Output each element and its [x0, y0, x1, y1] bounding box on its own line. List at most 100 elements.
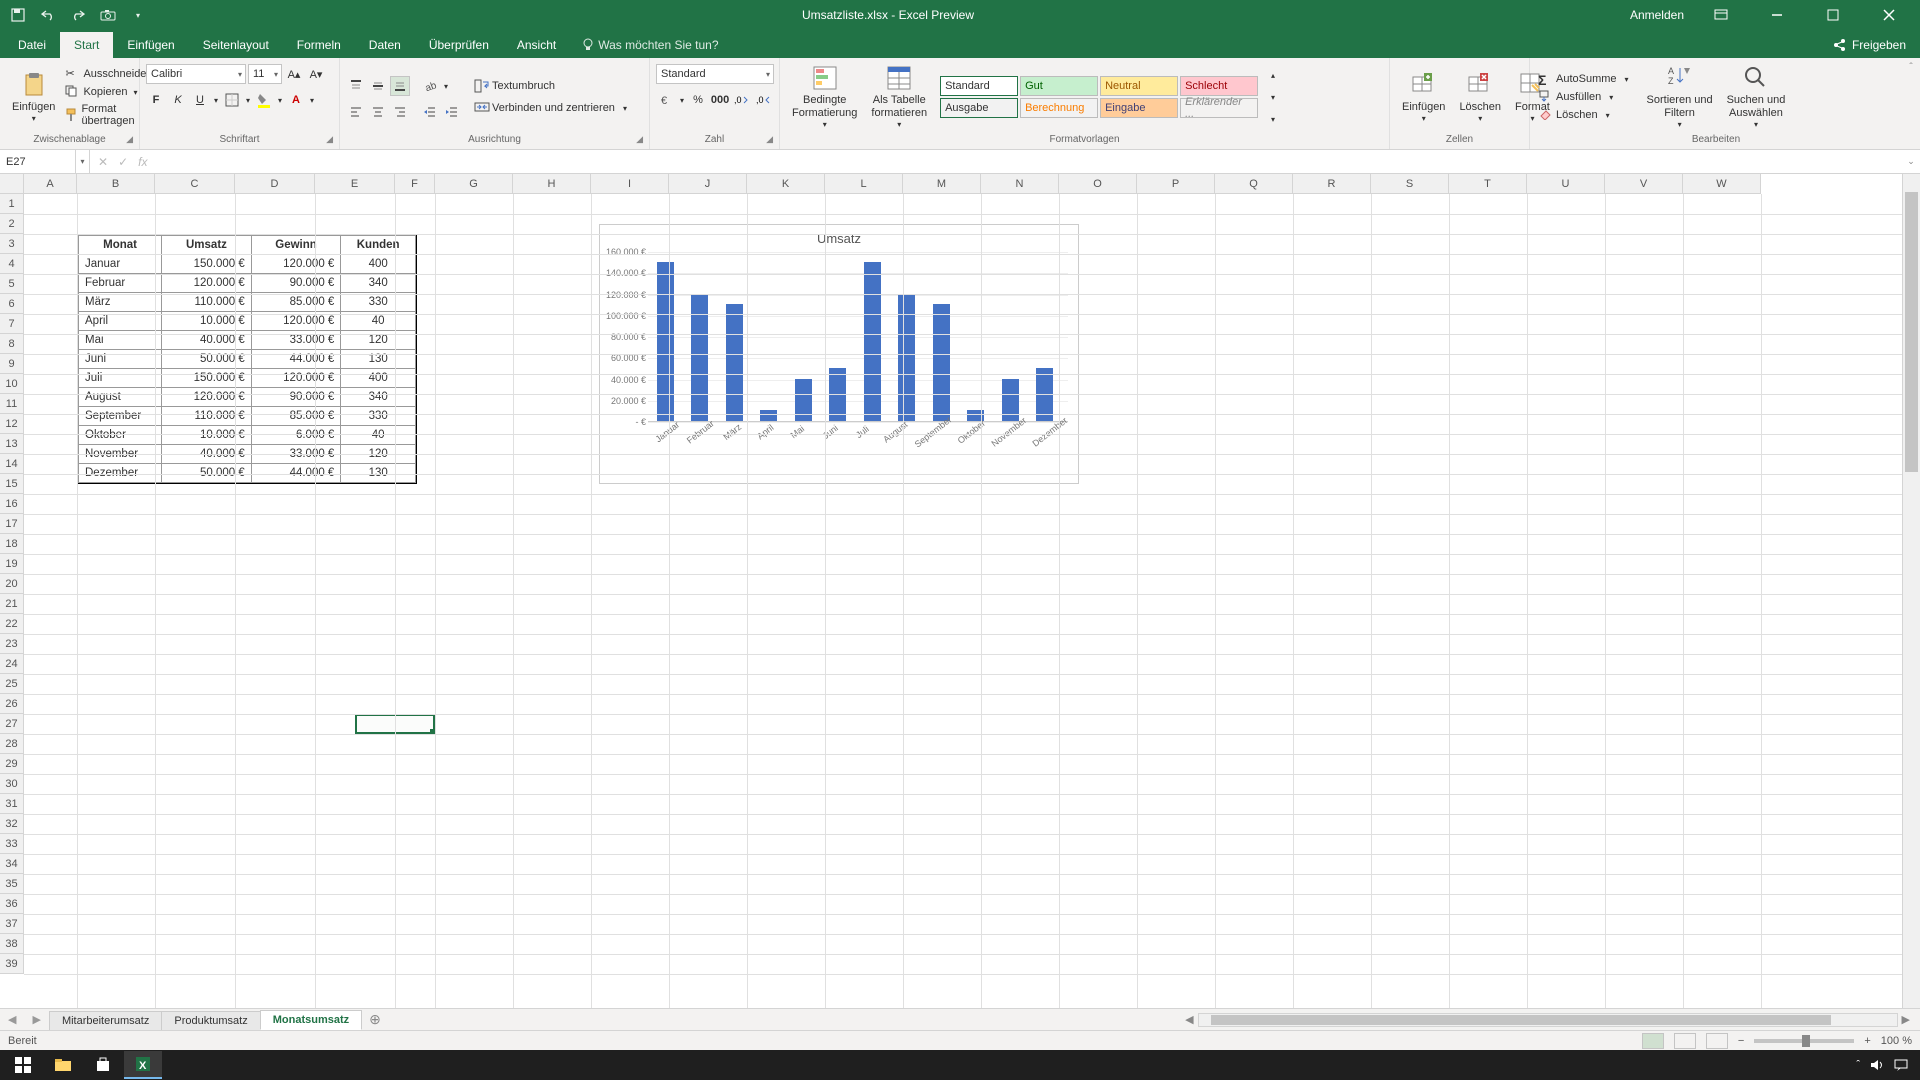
find-select-button[interactable]: Suchen und Auswählen▾: [1721, 62, 1792, 132]
table-header[interactable]: Gewinn: [251, 236, 341, 255]
row-header-25[interactable]: 25: [0, 674, 24, 694]
comma-format-icon[interactable]: 000: [710, 90, 730, 110]
data-table[interactable]: MonatUmsatzGewinnKundenJanuar150.000 €12…: [77, 234, 417, 484]
file-explorer-icon[interactable]: [44, 1051, 82, 1079]
sheet-nav-next-icon[interactable]: ▶: [24, 1013, 48, 1026]
row-header-2[interactable]: 2: [0, 214, 24, 234]
excel-taskbar-icon[interactable]: X: [124, 1051, 162, 1079]
table-row[interactable]: Juni50.000 €44.000 €130: [79, 350, 416, 369]
align-bottom-icon[interactable]: [390, 76, 410, 96]
number-format-select[interactable]: Standard: [656, 64, 774, 84]
row-header-21[interactable]: 21: [0, 594, 24, 614]
align-top-icon[interactable]: [346, 76, 366, 96]
col-header-N[interactable]: N: [981, 174, 1059, 194]
row-header-28[interactable]: 28: [0, 734, 24, 754]
tab-review[interactable]: Überprüfen: [415, 32, 503, 58]
table-row[interactable]: Februar120.000 €90.000 €340: [79, 274, 416, 293]
expand-formula-bar-icon[interactable]: ⌄: [1902, 156, 1920, 167]
select-all-corner[interactable]: [0, 174, 24, 194]
row-header-24[interactable]: 24: [0, 654, 24, 674]
tray-chevron-icon[interactable]: ˆ: [1856, 1059, 1860, 1071]
row-header-9[interactable]: 9: [0, 354, 24, 374]
align-right-icon[interactable]: [390, 102, 410, 122]
store-icon[interactable]: [84, 1051, 122, 1079]
orientation-icon[interactable]: ab: [420, 76, 440, 96]
row-header-36[interactable]: 36: [0, 894, 24, 914]
col-header-Q[interactable]: Q: [1215, 174, 1293, 194]
italic-button[interactable]: K: [168, 90, 188, 110]
table-header[interactable]: Umsatz: [162, 236, 252, 255]
sheet-tab-3[interactable]: Monatsumsatz: [260, 1010, 362, 1030]
sheet-nav-prev-icon[interactable]: ◀: [0, 1013, 24, 1026]
row-header-38[interactable]: 38: [0, 934, 24, 954]
clear-button[interactable]: Löschen▾: [1536, 107, 1631, 123]
row-header-10[interactable]: 10: [0, 374, 24, 394]
style-bad[interactable]: Schlecht: [1180, 76, 1258, 96]
account-sign-in[interactable]: Anmelden: [1630, 8, 1684, 22]
conditional-formatting-button[interactable]: Bedingte Formatierung▾: [786, 62, 863, 132]
style-calculation[interactable]: Berechnung: [1020, 98, 1098, 118]
name-box-dropdown[interactable]: ▾: [76, 150, 90, 173]
font-name-select[interactable]: Calibri: [146, 64, 246, 84]
row-header-16[interactable]: 16: [0, 494, 24, 514]
col-header-B[interactable]: B: [77, 174, 155, 194]
delete-cells-button[interactable]: Löschen▾: [1453, 69, 1507, 126]
align-left-icon[interactable]: [346, 102, 366, 122]
style-output[interactable]: Ausgabe: [940, 98, 1018, 118]
row-header-35[interactable]: 35: [0, 874, 24, 894]
fill-color-button[interactable]: [254, 90, 274, 110]
table-row[interactable]: Juli150.000 €120.000 €400: [79, 369, 416, 388]
percent-format-icon[interactable]: %: [688, 90, 708, 110]
col-header-M[interactable]: M: [903, 174, 981, 194]
style-good[interactable]: Gut: [1020, 76, 1098, 96]
collapse-ribbon-icon[interactable]: ˆ: [1902, 58, 1920, 149]
close-icon[interactable]: [1870, 1, 1908, 29]
row-header-33[interactable]: 33: [0, 834, 24, 854]
format-as-table-button[interactable]: Als Tabelle formatieren▾: [865, 62, 933, 132]
row-header-8[interactable]: 8: [0, 334, 24, 354]
style-neutral[interactable]: Neutral: [1100, 76, 1178, 96]
row-header-5[interactable]: 5: [0, 274, 24, 294]
row-header-3[interactable]: 3: [0, 234, 24, 254]
col-header-H[interactable]: H: [513, 174, 591, 194]
style-scroll-down-icon[interactable]: ▾: [1263, 87, 1283, 107]
new-sheet-button[interactable]: ⊕: [361, 1011, 389, 1028]
table-row[interactable]: Dezember50.000 €44.000 €130: [79, 464, 416, 483]
bold-button[interactable]: F: [146, 90, 166, 110]
worksheet-grid[interactable]: ABCDEFGHIJKLMNOPQRSTUVW 1234567891011121…: [0, 174, 1920, 1008]
vertical-scrollbar[interactable]: [1902, 174, 1920, 1008]
ribbon-display-icon[interactable]: [1702, 1, 1740, 29]
col-header-D[interactable]: D: [235, 174, 315, 194]
tray-notifications-icon[interactable]: [1894, 1059, 1908, 1071]
row-header-22[interactable]: 22: [0, 614, 24, 634]
autosum-button[interactable]: ΣAutoSumme▾: [1536, 71, 1631, 87]
share-button[interactable]: Freigeben: [1818, 32, 1920, 58]
tab-formulas[interactable]: Formeln: [283, 32, 355, 58]
fill-button[interactable]: Ausfüllen▾: [1536, 89, 1631, 105]
table-row[interactable]: Januar150.000 €120.000 €400: [79, 255, 416, 274]
col-header-T[interactable]: T: [1449, 174, 1527, 194]
row-header-17[interactable]: 17: [0, 514, 24, 534]
camera-icon[interactable]: [100, 7, 116, 23]
style-scroll-up-icon[interactable]: ▴: [1263, 65, 1283, 85]
style-gallery-icon[interactable]: ▾: [1263, 109, 1283, 129]
zoom-slider[interactable]: [1754, 1039, 1854, 1043]
table-header[interactable]: Monat: [79, 236, 162, 255]
accounting-format-icon[interactable]: €: [656, 90, 676, 110]
increase-font-icon[interactable]: A▴: [284, 64, 304, 84]
row-header-29[interactable]: 29: [0, 754, 24, 774]
col-header-R[interactable]: R: [1293, 174, 1371, 194]
col-header-S[interactable]: S: [1371, 174, 1449, 194]
chart-bar[interactable]: [726, 304, 743, 421]
row-header-12[interactable]: 12: [0, 414, 24, 434]
border-button[interactable]: [222, 90, 242, 110]
maximize-icon[interactable]: [1814, 1, 1852, 29]
zoom-in-icon[interactable]: +: [1864, 1035, 1870, 1047]
sheet-tab-1[interactable]: Mitarbeiterumsatz: [49, 1011, 162, 1030]
row-header-30[interactable]: 30: [0, 774, 24, 794]
undo-icon[interactable]: [40, 7, 56, 23]
redo-icon[interactable]: [70, 7, 86, 23]
decrease-decimal-icon[interactable]: ,0: [754, 90, 774, 110]
tray-volume-icon[interactable]: [1870, 1059, 1884, 1071]
row-header-19[interactable]: 19: [0, 554, 24, 574]
